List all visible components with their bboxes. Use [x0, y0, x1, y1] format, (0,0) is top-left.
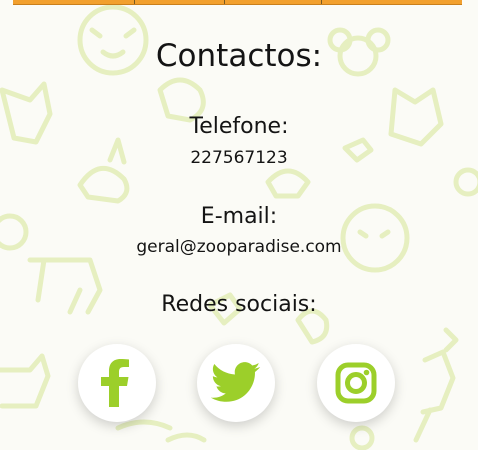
- email-value: geral@zooparadise.com: [136, 237, 342, 257]
- top-navigation-bar: [13, 0, 462, 5]
- email-label: E-mail:: [200, 204, 278, 229]
- contacts-title: Contactos:: [155, 38, 323, 74]
- phone-value: 227567123: [190, 148, 288, 168]
- social-label: Redes sociais:: [161, 292, 317, 317]
- instagram-icon: [334, 361, 378, 405]
- instagram-button[interactable]: [317, 344, 395, 422]
- facebook-button[interactable]: [78, 344, 156, 422]
- twitter-button[interactable]: [197, 344, 275, 422]
- phone-label: Telefone:: [189, 114, 289, 139]
- facebook-icon: [97, 359, 137, 407]
- twitter-icon: [211, 362, 261, 404]
